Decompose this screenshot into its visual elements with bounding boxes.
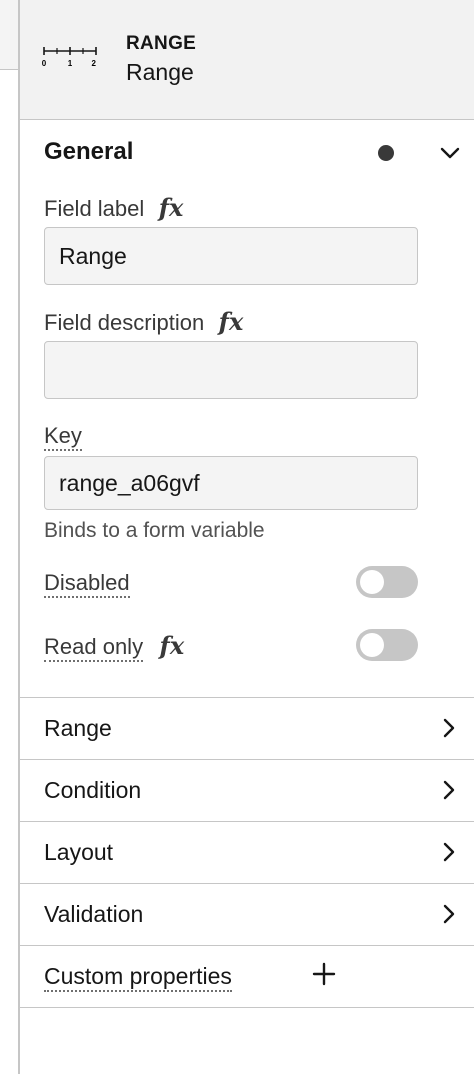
general-section-title[interactable]: General xyxy=(44,138,133,166)
field-name: Range xyxy=(126,59,194,85)
read-only-label: Read only xyxy=(44,634,144,662)
ruler-tick-1: 1 xyxy=(68,59,73,68)
key-helper-text: Binds to a form variable xyxy=(44,519,265,542)
disabled-row: Disabled xyxy=(44,570,130,598)
add-custom-property-icon[interactable] xyxy=(312,962,336,986)
disabled-label: Disabled xyxy=(44,570,130,598)
chevron-right-icon xyxy=(443,780,455,800)
section-range-label: Range xyxy=(44,715,112,741)
toggle-knob xyxy=(360,633,384,657)
key-row: Key xyxy=(44,423,82,451)
field-description-label: Field description xyxy=(44,310,205,335)
canvas-edge-top xyxy=(0,0,18,70)
key-label: Key xyxy=(44,423,82,451)
section-condition[interactable]: Condition xyxy=(20,760,474,822)
section-condition-label: Condition xyxy=(44,777,142,803)
fx-icon[interactable]: fx xyxy=(160,631,185,660)
field-label-input[interactable]: Range xyxy=(44,227,418,285)
properties-panel: 0 1 2 RANGE Range General Field label fx… xyxy=(18,0,474,1074)
field-label-row: Field label fx xyxy=(44,193,183,222)
read-only-toggle[interactable] xyxy=(356,629,418,661)
key-input[interactable]: range_a06gvf xyxy=(44,456,418,510)
chevron-right-icon xyxy=(443,904,455,924)
custom-properties-label: Custom properties xyxy=(44,963,232,992)
section-layout[interactable]: Layout xyxy=(20,822,474,884)
panel-header: 0 1 2 RANGE Range xyxy=(20,0,474,120)
section-range[interactable]: Range xyxy=(20,698,474,760)
changes-indicator-dot xyxy=(378,145,394,161)
section-custom-properties: Custom properties xyxy=(20,946,474,1008)
section-layout-label: Layout xyxy=(44,839,114,865)
canvas-edge xyxy=(0,0,18,1074)
field-label-label: Field label xyxy=(44,196,145,221)
field-description-input[interactable] xyxy=(44,341,418,399)
field-description-row: Field description fx xyxy=(44,307,243,336)
toggle-knob xyxy=(360,570,384,594)
fx-icon[interactable]: fx xyxy=(219,307,244,336)
custom-properties-text: Custom properties xyxy=(44,963,232,992)
fx-icon[interactable]: fx xyxy=(159,193,184,222)
range-ruler-icon: 0 1 2 xyxy=(42,47,97,68)
read-only-row: Read only fx xyxy=(44,631,185,662)
chevron-down-icon[interactable] xyxy=(438,141,462,165)
disabled-toggle[interactable] xyxy=(356,566,418,598)
section-validation[interactable]: Validation xyxy=(20,884,474,946)
field-type-label: RANGE xyxy=(126,33,197,54)
ruler-tick-0: 0 xyxy=(42,59,47,68)
general-section: General Field label fx Range Field descr… xyxy=(20,120,474,698)
section-validation-label: Validation xyxy=(44,901,144,927)
chevron-right-icon xyxy=(443,842,455,862)
ruler-tick-2: 2 xyxy=(92,59,97,68)
chevron-right-icon xyxy=(443,718,455,738)
